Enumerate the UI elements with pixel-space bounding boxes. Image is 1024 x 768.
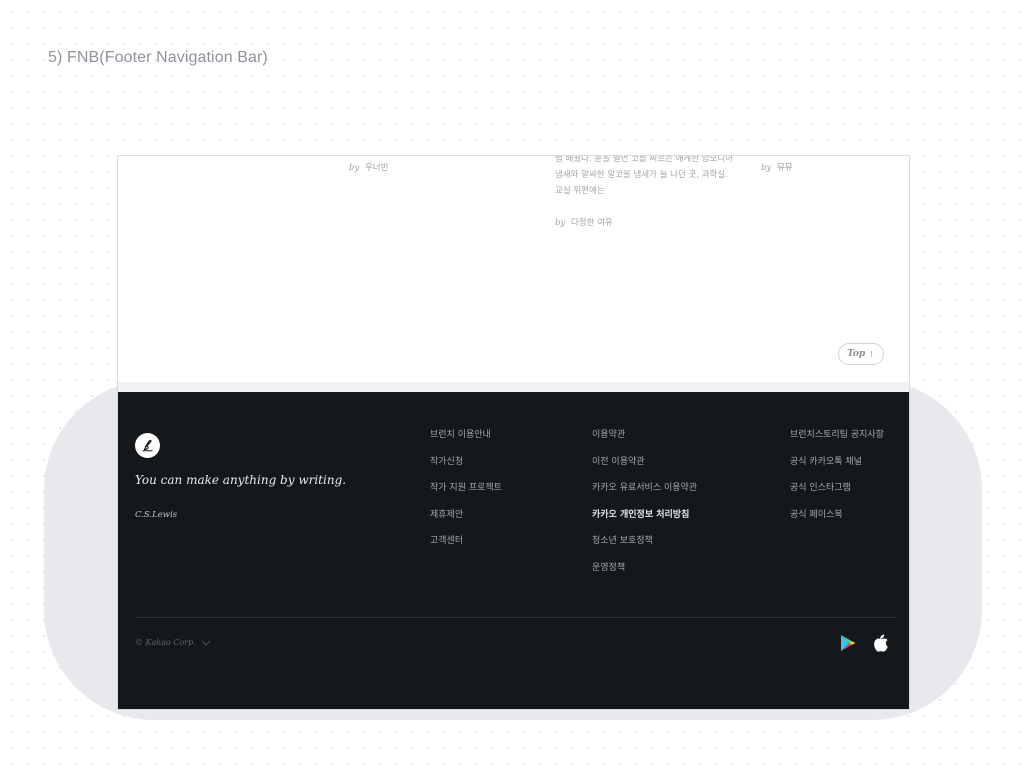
apple-icon[interactable]: [874, 634, 889, 652]
page-preview-frame: by 우너빈 렘 배웠다. 분을 열면 코를 찌르는 애게한 암모니아 냄새와 …: [117, 155, 910, 710]
footer-divider: [135, 617, 896, 618]
footer-tagline: You can make anything by writing.: [135, 473, 347, 487]
footer-navigation-bar: You can make anything by writing. C.S.Le…: [118, 392, 909, 709]
footer-links-service: 브런치 이용안내 작가신청 작가 지원 프로젝트 제휴제안 고객센터: [430, 429, 502, 562]
footer-link-notice[interactable]: 브런치스토리팀 공지사항: [790, 429, 884, 456]
google-play-icon[interactable]: [840, 634, 856, 652]
copyright-text: © Kakao Corp.: [135, 638, 196, 647]
footer-link-operation-policy[interactable]: 운영정책: [592, 562, 697, 589]
article-list-area: by 우너빈 렘 배웠다. 분을 열면 코를 찌르는 애게한 암모니아 냄새와 …: [118, 156, 909, 392]
byline-prefix: by: [761, 163, 772, 173]
tagline-author: C.S.Lewis: [135, 510, 178, 520]
footer-link-facebook[interactable]: 공식 페이스북: [790, 509, 884, 536]
footer-link-kakaotalk-channel[interactable]: 공식 카카오톡 채널: [790, 456, 884, 483]
article-byline: by 다정한 여유: [555, 215, 755, 231]
byline-author: 다정한 여유: [570, 218, 613, 228]
footer-link-privacy[interactable]: 카카오 개인정보 처리방침: [592, 509, 697, 536]
footer-link-terms[interactable]: 이용약관: [592, 429, 697, 456]
excerpt-line: 렘 배웠다. 분을 열면 코를 찌르는 애게한 암모니아: [555, 155, 734, 164]
arrow-up-icon: ↑: [868, 349, 875, 359]
footer-link-instagram[interactable]: 공식 인스타그램: [790, 482, 884, 509]
article-byline[interactable]: by 우너빈: [349, 161, 388, 173]
article-byline[interactable]: by 뮤뮤: [761, 161, 793, 173]
footer-links-policy: 이용약관 이전 이용약관 카카오 유료서비스 이용약관 카카오 개인정보 처리방…: [592, 429, 697, 588]
footer-links-official: 브런치스토리팀 공지사항 공식 카카오톡 채널 공식 인스타그램 공식 페이스북: [790, 429, 884, 535]
footer-gap: [118, 382, 909, 392]
byline-author: 우너빈: [364, 163, 389, 173]
footer-link-youth-policy[interactable]: 청소년 보호정책: [592, 535, 697, 562]
scroll-top-button[interactable]: Top ↑: [838, 343, 884, 365]
chevron-down-icon: [201, 640, 211, 646]
top-button-label: Top: [847, 349, 866, 359]
footer-link-writer-project[interactable]: 작가 지원 프로젝트: [430, 482, 502, 509]
excerpt-line: 냄새와 알싸한 알코올 냄새가 늘 나던 곳, 과학실.: [555, 170, 728, 180]
footer-link-previous-terms[interactable]: 이전 이용약관: [592, 456, 697, 483]
footer-link-support[interactable]: 고객센터: [430, 535, 502, 562]
excerpt-line: 교실 뒤편에는: [555, 186, 605, 196]
copyright[interactable]: © Kakao Corp.: [135, 638, 211, 647]
byline-prefix: by: [555, 218, 566, 228]
footer-link-partnership[interactable]: 제휴제안: [430, 509, 502, 536]
pen-logo-glyph: [142, 439, 153, 452]
byline-prefix: by: [349, 163, 360, 173]
section-heading: 5) FNB(Footer Navigation Bar): [48, 49, 268, 66]
byline-author: 뮤뮤: [776, 163, 793, 173]
app-store-links: [840, 634, 889, 652]
footer-link-apply-writer[interactable]: 작가신청: [430, 456, 502, 483]
footer-link-paid-terms[interactable]: 카카오 유료서비스 이용약관: [592, 482, 697, 509]
footer-link-guide[interactable]: 브런치 이용안내: [430, 429, 502, 456]
article-excerpt[interactable]: 렘 배웠다. 분을 열면 코를 찌르는 애게한 암모니아 냄새와 알싸한 알코올…: [555, 155, 755, 231]
brunch-logo-icon[interactable]: [135, 433, 160, 458]
